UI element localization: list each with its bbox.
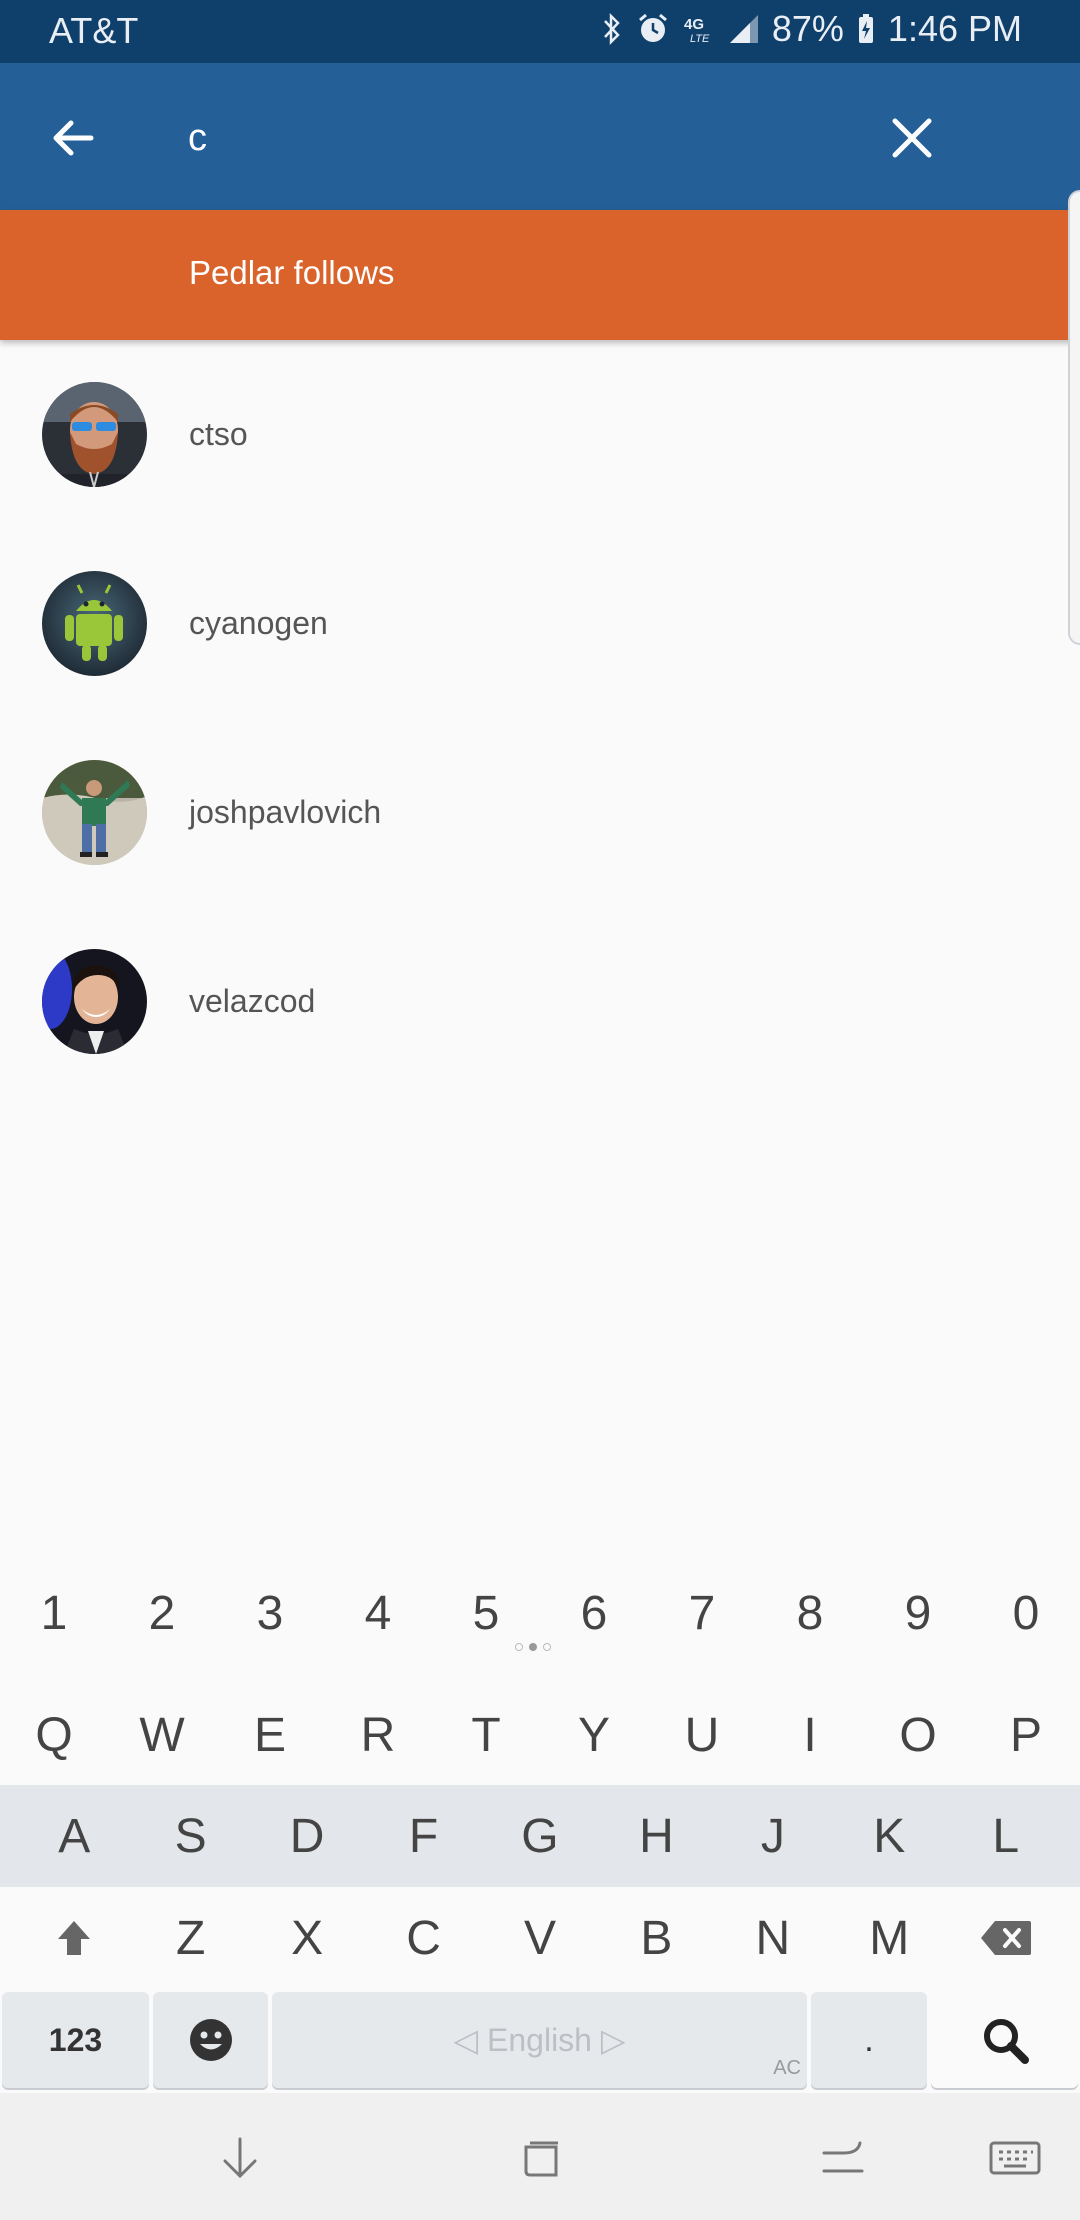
backspace-key[interactable] — [948, 1887, 1064, 1989]
alarm-icon — [638, 13, 667, 42]
key-l[interactable]: L — [948, 1785, 1064, 1887]
user-name: velazcod — [189, 982, 316, 1019]
keyboard-row-asdf: A S D F G H J K L — [0, 1785, 1080, 1887]
key-0[interactable]: 0 — [972, 1573, 1080, 1653]
user-name: joshpavlovich — [189, 793, 382, 830]
user-list-item[interactable]: joshpavlovich — [0, 718, 1060, 906]
key-6[interactable]: 6 — [540, 1573, 648, 1653]
system-navigation-bar — [0, 2093, 1080, 2220]
space-language-label: ◁ English ▷ — [453, 2022, 626, 2058]
space-key[interactable]: ◁ English ▷ AC — [272, 1992, 807, 2088]
emoji-icon — [189, 2019, 232, 2061]
key-m[interactable]: M — [831, 1887, 947, 1989]
keyboard-bottom-row: 123 ◁ English ▷ AC . — [0, 1992, 1080, 2089]
key-7[interactable]: 7 — [648, 1573, 756, 1653]
key-5[interactable]: 5 — [432, 1573, 540, 1653]
svg-text:LTE: LTE — [690, 33, 710, 45]
symbols-key[interactable]: 123 — [2, 1992, 149, 2088]
key-e[interactable]: E — [216, 1685, 324, 1785]
user-name: cyanogen — [189, 604, 328, 641]
back-nav-button[interactable] — [808, 2123, 878, 2193]
key-x[interactable]: X — [249, 1887, 365, 1989]
arrow-back-icon — [53, 120, 94, 156]
key-g[interactable]: G — [482, 1785, 598, 1887]
key-z[interactable]: Z — [132, 1887, 248, 1989]
search-app-bar — [0, 63, 1080, 210]
clear-search-button[interactable] — [877, 103, 947, 173]
keyboard-switch-button[interactable] — [980, 2123, 1050, 2193]
user-list-item[interactable]: cyanogen — [0, 529, 1060, 717]
backspace-icon — [980, 1921, 1031, 1955]
key-u[interactable]: U — [648, 1685, 756, 1785]
emoji-key[interactable] — [153, 1992, 268, 2088]
key-p[interactable]: P — [972, 1685, 1080, 1785]
autocorrect-indicator: AC — [773, 2057, 801, 2079]
key-k[interactable]: K — [831, 1785, 947, 1887]
key-j[interactable]: J — [715, 1785, 831, 1887]
period-key[interactable]: . — [811, 1992, 927, 2088]
key-s[interactable]: S — [132, 1785, 248, 1887]
section-header: Pedlar follows — [0, 210, 1080, 340]
keyboard-icon — [989, 2141, 1041, 2175]
status-bar: AT&T 4G LTE 87% 1:46 PM — [0, 0, 1080, 63]
svg-text:4G: 4G — [684, 16, 704, 33]
avatar — [42, 759, 147, 865]
key-v[interactable]: V — [482, 1887, 598, 1989]
shift-arrow-icon — [58, 1921, 91, 1955]
scroll-edge — [1068, 190, 1080, 645]
key-f[interactable]: F — [365, 1785, 481, 1887]
close-icon — [892, 118, 932, 158]
key-8[interactable]: 8 — [756, 1573, 864, 1653]
key-w[interactable]: W — [108, 1685, 216, 1785]
key-1[interactable]: 1 — [0, 1573, 108, 1653]
key-n[interactable]: N — [715, 1887, 831, 1989]
search-input[interactable] — [188, 105, 838, 171]
keyboard-number-row: 1 2 3 4 5 6 7 8 9 0 — [0, 1573, 1080, 1653]
key-c[interactable]: C — [365, 1887, 481, 1989]
key-3[interactable]: 3 — [216, 1573, 324, 1653]
key-9[interactable]: 9 — [864, 1573, 972, 1653]
key-y[interactable]: Y — [540, 1685, 648, 1785]
key-i[interactable]: I — [756, 1685, 864, 1785]
recents-icon — [524, 2141, 558, 2177]
key-4[interactable]: 4 — [324, 1573, 432, 1653]
recents-button[interactable] — [506, 2123, 576, 2193]
hide-keyboard-button[interactable] — [205, 2123, 275, 2193]
user-list-item[interactable]: ctso — [0, 340, 1060, 528]
keyboard-page-indicator — [515, 1643, 551, 1651]
back-nav-icon — [822, 2141, 864, 2173]
user-name: ctso — [189, 415, 248, 452]
back-button[interactable] — [38, 103, 108, 173]
clock: 1:46 PM — [887, 8, 1022, 49]
key-t[interactable]: T — [432, 1685, 540, 1785]
key-2[interactable]: 2 — [108, 1573, 216, 1653]
key-o[interactable]: O — [864, 1685, 972, 1785]
key-a[interactable]: A — [16, 1785, 132, 1887]
user-list-item[interactable]: velazcod — [0, 907, 1060, 1095]
key-b[interactable]: B — [598, 1887, 714, 1989]
network-4g-icon: 4GLTE — [684, 16, 710, 45]
search-key[interactable] — [931, 1992, 1078, 2088]
avatar — [42, 381, 147, 487]
section-title: Pedlar follows — [189, 254, 395, 291]
status-icons: 4G LTE 87% 1:46 PM — [600, 8, 1022, 50]
key-h[interactable]: H — [598, 1785, 714, 1887]
avatar — [42, 948, 147, 1054]
arrow-down-icon — [223, 2137, 257, 2179]
carrier-label: AT&T — [49, 10, 139, 51]
key-r[interactable]: R — [324, 1685, 432, 1785]
key-d[interactable]: D — [249, 1785, 365, 1887]
keyboard-row-qwerty: Q W E R T Y U I O P — [0, 1685, 1080, 1785]
search-icon — [983, 2019, 1029, 2064]
key-q[interactable]: Q — [0, 1685, 108, 1785]
shift-key[interactable] — [16, 1887, 132, 1989]
signal-icon — [729, 15, 758, 43]
avatar — [42, 570, 147, 676]
battery-percent: 87% — [771, 8, 844, 49]
battery-charging-icon — [858, 14, 873, 43]
bluetooth-icon — [603, 12, 620, 46]
keyboard-row-zxcv: Z X C V B N M — [0, 1887, 1080, 1989]
